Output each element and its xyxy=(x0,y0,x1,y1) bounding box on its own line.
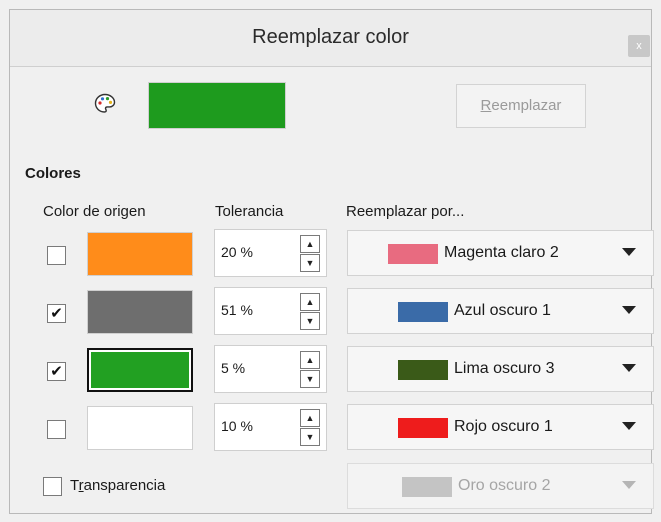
row-3-checkbox[interactable]: ✔ xyxy=(47,362,66,381)
transparency-chevron-down-icon xyxy=(622,481,636,489)
row-1-replace-chip xyxy=(388,244,438,264)
header-replace-with: Reemplazar por... xyxy=(346,203,465,220)
row-4-replace-chip xyxy=(398,418,448,438)
row-4-spin-up[interactable]: ▲ xyxy=(300,409,320,427)
row-2-checkbox[interactable]: ✔ xyxy=(47,304,66,323)
replace-button-mnemonic: R xyxy=(480,97,492,114)
transparency-label-prefix: T xyxy=(70,477,79,494)
transparency-checkbox[interactable] xyxy=(43,477,62,496)
row-2-spin-up[interactable]: ▲ xyxy=(300,293,320,311)
colors-section-title: Colores xyxy=(25,165,81,182)
row-1-replace-label: Magenta claro 2 xyxy=(444,244,559,261)
replace-button[interactable]: Reemplazar xyxy=(456,84,586,128)
transparency-replace-dropdown[interactable]: Oro oscuro 2 xyxy=(347,463,654,509)
row-1-spin-up[interactable]: ▲ xyxy=(300,235,320,253)
row-2-tolerance-value: 51 % xyxy=(221,302,253,318)
row-4-chevron-down-icon xyxy=(622,422,636,430)
replace-button-label: eemplazar xyxy=(491,97,562,114)
header-source-color: Color de origen xyxy=(43,203,146,220)
row-3-replace-chip xyxy=(398,360,448,380)
row-1-source-swatch[interactable] xyxy=(87,232,193,276)
row-1-spin-down[interactable]: ▼ xyxy=(300,254,320,272)
dialog-title: Reemplazar color xyxy=(252,26,409,48)
row-1-checkbox[interactable] xyxy=(47,246,66,265)
row-1-replace-dropdown[interactable]: Magenta claro 2 xyxy=(347,230,654,276)
close-button[interactable]: x xyxy=(628,35,650,57)
source-color-swatch xyxy=(148,82,286,129)
row-3-spin-up[interactable]: ▲ xyxy=(300,351,320,369)
row-3-replace-dropdown[interactable]: Lima oscuro 3 xyxy=(347,346,654,392)
row-2-spin-down[interactable]: ▼ xyxy=(300,312,320,330)
row-4-tolerance-value: 10 % xyxy=(221,418,253,434)
transparency-replace-label: Oro oscuro 2 xyxy=(458,477,551,494)
row-3-tolerance-spinbox[interactable]: 5 % ▲ ▼ xyxy=(214,345,327,393)
pipette-icon[interactable] xyxy=(93,92,117,116)
row-2-source-swatch[interactable] xyxy=(87,290,193,334)
row-3-tolerance-value: 5 % xyxy=(221,360,246,376)
palette-icon xyxy=(94,93,116,113)
row-2-chevron-down-icon xyxy=(622,306,636,314)
row-3-spin-down[interactable]: ▼ xyxy=(300,370,320,388)
row-4-source-swatch[interactable] xyxy=(87,406,193,450)
row-4-replace-label: Rojo oscuro 1 xyxy=(454,418,553,435)
row-3-chevron-down-icon xyxy=(622,364,636,372)
row-4-replace-dropdown[interactable]: Rojo oscuro 1 xyxy=(347,404,654,450)
row-3-replace-label: Lima oscuro 3 xyxy=(454,360,555,377)
row-1-tolerance-spinbox[interactable]: 20 % ▲ ▼ xyxy=(214,229,327,277)
header-tolerance: Tolerancia xyxy=(215,203,284,220)
transparency-label[interactable]: Transparencia xyxy=(70,477,165,494)
row-4-spin-down[interactable]: ▼ xyxy=(300,428,320,446)
row-4-tolerance-spinbox[interactable]: 10 % ▲ ▼ xyxy=(214,403,327,451)
transparency-label-rest: ansparencia xyxy=(83,477,166,494)
row-1-chevron-down-icon xyxy=(622,248,636,256)
row-1-tolerance-value: 20 % xyxy=(221,244,253,260)
replace-color-dialog: Reemplazar color x Reemplazar Colores Co… xyxy=(9,9,654,514)
row-2-replace-chip xyxy=(398,302,448,322)
row-2-tolerance-spinbox[interactable]: 51 % ▲ ▼ xyxy=(214,287,327,335)
row-2-replace-dropdown[interactable]: Azul oscuro 1 xyxy=(347,288,654,334)
row-4-checkbox[interactable] xyxy=(47,420,66,439)
row-2-replace-label: Azul oscuro 1 xyxy=(454,302,551,319)
title-bar: Reemplazar color x xyxy=(10,10,651,67)
transparency-replace-chip xyxy=(402,477,452,497)
row-3-source-swatch[interactable] xyxy=(87,348,193,392)
